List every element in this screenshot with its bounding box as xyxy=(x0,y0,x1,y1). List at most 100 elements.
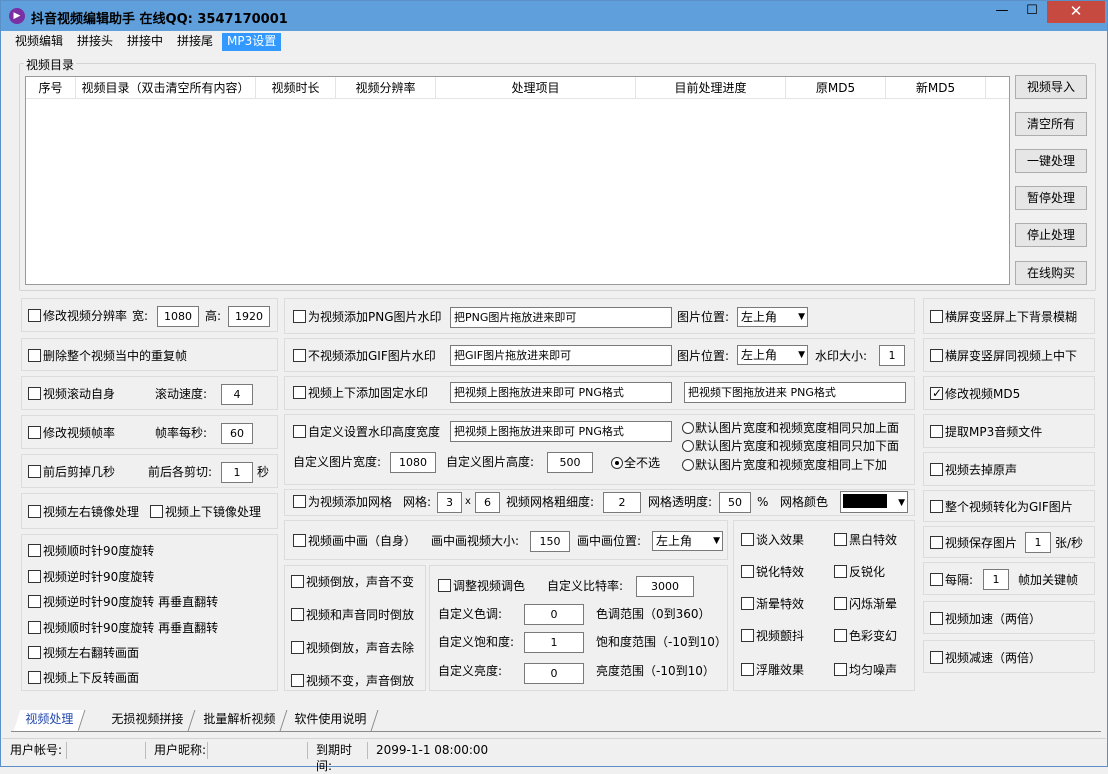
unsharp-checkbox[interactable]: 反锐化 xyxy=(834,564,885,580)
custom-height-input[interactable]: 500 xyxy=(547,452,593,473)
gif-size-input[interactable]: 1 xyxy=(879,345,905,366)
mirror-lr-checkbox[interactable]: 视频左右镜像处理 xyxy=(28,504,139,520)
dedupe-checkbox[interactable]: 删除整个视频当中的重复帧 xyxy=(28,348,187,364)
reverse-audio-checkbox[interactable]: 视频不变，声音倒放 xyxy=(291,673,414,689)
close-button[interactable]: ✕ xyxy=(1047,1,1105,23)
mute-checkbox[interactable]: 视频去掉原声 xyxy=(930,462,1017,478)
tab-video-processing[interactable]: 视频处理 xyxy=(13,710,86,731)
radio-both[interactable]: 默认图片宽度和视频宽度相同上下加 xyxy=(682,457,887,473)
top-image-input[interactable]: 把视频上图拖放进来即可 PNG格式 xyxy=(450,382,672,403)
radio-bottom-only[interactable]: 默认图片宽度和视频宽度相同只加下面 xyxy=(682,438,899,454)
scroll-speed-input[interactable]: 4 xyxy=(221,384,253,405)
emboss-checkbox[interactable]: 浮雕效果 xyxy=(741,662,804,678)
gif-drop-input[interactable]: 把GIF图片拖放进来即可 xyxy=(450,345,672,366)
blur-bg-checkbox[interactable]: 横屏变竖屏上下背景模糊 xyxy=(930,309,1077,325)
menu-video-edit[interactable]: 视频编辑 xyxy=(10,33,68,51)
col-new-md5[interactable]: 新MD5 xyxy=(886,77,986,99)
png-watermark-checkbox[interactable]: 为视频添加PNG图片水印 xyxy=(293,309,442,325)
reverse-keep-audio-checkbox[interactable]: 视频倒放，声音不变 xyxy=(291,574,414,590)
bw-checkbox[interactable]: 黑白特效 xyxy=(834,532,897,548)
scroll-checkbox[interactable]: 视频滚动自身 xyxy=(28,386,115,402)
gif-checkbox[interactable]: 整个视频转化为GIF图片 xyxy=(930,499,1073,515)
col-duration[interactable]: 视频时长 xyxy=(256,77,336,99)
grid-alpha-input[interactable]: 50 xyxy=(719,492,751,513)
slow-down-checkbox[interactable]: 视频减速（两倍） xyxy=(930,650,1041,666)
custom-image-input[interactable]: 把视频上图拖放进来即可 PNG格式 xyxy=(450,421,672,442)
grid-rows-input[interactable]: 3 xyxy=(437,492,462,513)
none-radio[interactable]: 全不选 xyxy=(611,455,660,471)
trim-input[interactable]: 1 xyxy=(221,462,253,483)
pip-position-select[interactable]: 左上角 ▼ xyxy=(652,531,723,551)
fade-in-checkbox[interactable]: 谈入效果 xyxy=(741,532,804,548)
flicker-vignette-checkbox[interactable]: 闪烁渐晕 xyxy=(834,596,897,612)
radio-top-only[interactable]: 默认图片宽度和视频宽度相同只加上面 xyxy=(682,420,899,436)
menu-splice-middle[interactable]: 拼接中 xyxy=(122,33,168,51)
height-input[interactable]: 1920 xyxy=(228,306,270,327)
resolution-checkbox[interactable]: 修改视频分辨率 xyxy=(28,308,127,324)
brightness-input[interactable]: 0 xyxy=(524,663,584,684)
noise-checkbox[interactable]: 均匀噪声 xyxy=(834,662,897,678)
vignette-checkbox[interactable]: 渐晕特效 xyxy=(741,596,804,612)
grid-checkbox[interactable]: 为视频添加网格 xyxy=(293,494,392,510)
col-progress[interactable]: 目前处理进度 xyxy=(636,77,786,99)
updown-watermark-checkbox[interactable]: 视频上下添加固定水印 xyxy=(293,385,428,401)
md5-checkbox[interactable]: 修改视频MD5 xyxy=(930,385,1020,402)
maximize-button[interactable]: ☐ xyxy=(1017,1,1047,23)
sharpen-checkbox[interactable]: 锐化特效 xyxy=(741,564,804,580)
shake-checkbox[interactable]: 视频颤抖 xyxy=(741,628,804,644)
trim-checkbox[interactable]: 前后剪掉几秒 xyxy=(28,464,115,480)
gif-position-select[interactable]: 左上角 ▼ xyxy=(737,345,808,365)
menu-splice-tail[interactable]: 拼接尾 xyxy=(172,33,218,51)
tab-batch-parse[interactable]: 批量解析视频 xyxy=(191,710,288,731)
hue-input[interactable]: 0 xyxy=(524,604,584,625)
reverse-both-checkbox[interactable]: 视频和声音同时倒放 xyxy=(291,607,414,623)
menu-splice-head[interactable]: 拼接头 xyxy=(72,33,118,51)
tab-lossless-splice[interactable]: 无损视频拼接 xyxy=(99,710,196,731)
bottom-image-input[interactable]: 把视频下图拖放进来 PNG格式 xyxy=(684,382,906,403)
video-table[interactable]: 序号 视频目录（双击清空所有内容） 视频时长 视频分辨率 处理项目 目前处理进度… xyxy=(25,76,1010,285)
save-image-checkbox[interactable]: 视频保存图片 xyxy=(930,535,1017,551)
col-task[interactable]: 处理项目 xyxy=(436,77,636,99)
gif-watermark-checkbox[interactable]: 不视频添加GIF图片水印 xyxy=(293,348,436,364)
pip-size-input[interactable]: 150 xyxy=(530,531,570,552)
menu-mp3-settings[interactable]: MP3设置 xyxy=(222,33,282,51)
rotate-cw-checkbox[interactable]: 视频顺时针90度旋转 xyxy=(28,543,154,559)
same-ud-checkbox[interactable]: 横屏变竖屏同视频上中下 xyxy=(930,348,1077,364)
speed-up-checkbox[interactable]: 视频加速（两倍） xyxy=(930,611,1041,627)
buy-online-button[interactable]: 在线购买 xyxy=(1015,261,1087,285)
pip-checkbox[interactable]: 视频画中画（自身） xyxy=(293,533,416,549)
tab-help[interactable]: 软件使用说明 xyxy=(282,710,379,731)
custom-width-input[interactable]: 1080 xyxy=(390,452,436,473)
keyframe-input[interactable]: 1 xyxy=(983,569,1009,590)
flip-lr-checkbox[interactable]: 视频左右翻转画面 xyxy=(28,645,139,661)
width-input[interactable]: 1080 xyxy=(157,306,199,327)
col-index[interactable]: 序号 xyxy=(26,77,76,99)
grid-thickness-input[interactable]: 2 xyxy=(603,492,641,513)
col-old-md5[interactable]: 原MD5 xyxy=(786,77,886,99)
rotate-ccw-flip-checkbox[interactable]: 视频逆时针90度旋转 再垂直翻转 xyxy=(28,594,218,610)
pause-button[interactable]: 暂停处理 xyxy=(1015,186,1087,210)
rotate-ccw-checkbox[interactable]: 视频逆时针90度旋转 xyxy=(28,569,154,585)
clear-all-button[interactable]: 清空所有 xyxy=(1015,112,1087,136)
grid-cols-input[interactable]: 6 xyxy=(475,492,500,513)
fps-checkbox[interactable]: 修改视频帧率 xyxy=(28,425,115,441)
fps-input[interactable]: 60 xyxy=(221,423,253,444)
keyframe-checkbox[interactable]: 每隔: xyxy=(930,572,973,588)
mirror-ud-checkbox[interactable]: 视频上下镜像处理 xyxy=(150,504,261,520)
flip-ud-checkbox[interactable]: 视频上下反转画面 xyxy=(28,670,139,686)
save-image-input[interactable]: 1 xyxy=(1025,532,1051,553)
process-all-button[interactable]: 一键处理 xyxy=(1015,149,1087,173)
reverse-mute-checkbox[interactable]: 视频倒放，声音去除 xyxy=(291,640,414,656)
mp3-checkbox[interactable]: 提取MP3音频文件 xyxy=(930,424,1042,440)
import-video-button[interactable]: 视频导入 xyxy=(1015,75,1087,99)
png-drop-input[interactable]: 把PNG图片拖放进来即可 xyxy=(450,307,672,328)
bitrate-input[interactable]: 3000 xyxy=(636,576,694,597)
col-path[interactable]: 视频目录（双击清空所有内容） xyxy=(76,77,256,99)
grid-color-select[interactable]: ▼ xyxy=(840,491,908,513)
color-shift-checkbox[interactable]: 色彩变幻 xyxy=(834,628,897,644)
rotate-cw-flip-checkbox[interactable]: 视频顺时针90度旋转 再垂直翻转 xyxy=(28,620,218,636)
color-adjust-checkbox[interactable]: 调整视频调色 xyxy=(438,578,525,594)
png-position-select[interactable]: 左上角 ▼ xyxy=(737,307,808,327)
stop-button[interactable]: 停止处理 xyxy=(1015,223,1087,247)
minimize-button[interactable]: — xyxy=(987,1,1017,23)
